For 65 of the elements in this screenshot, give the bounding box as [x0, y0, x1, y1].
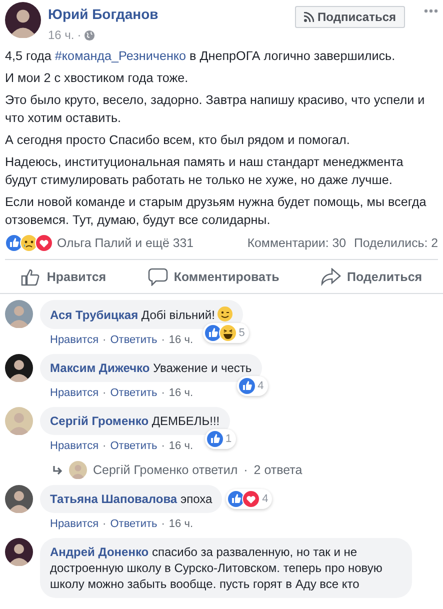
separator-dot: · [102, 334, 106, 346]
post-paragraph: Надеюсь, институциональная память и наш стандарт менеджмента будут стимулировать работать не только не хуже, но даже лучше. [5, 154, 404, 189]
commenter-name[interactable]: Андрей Доненко [50, 545, 149, 559]
share-arrow-icon [321, 268, 342, 286]
replies-count[interactable]: 2 ответа [254, 463, 302, 477]
comment-text: Андрей Доненко спасибо за разваленную, но так и не достроенную школу в Сурско-Литовском. теперь про новую школу можно забыть вообще. пусть горят в Аду все кто [50, 545, 382, 591]
hashtag-link[interactable]: #команда_Резниченко [54, 49, 186, 63]
comment-text: Ася Трубицкая Добі вільний! [50, 308, 215, 322]
commenter-name[interactable]: Максим Дижечко [50, 361, 150, 375]
separator-dot: · [161, 518, 165, 530]
avatar[interactable] [5, 354, 33, 382]
like-link[interactable]: Нравится [50, 387, 99, 399]
separator-dot: · [161, 387, 165, 399]
comment-text: Максим Дижечко Уважение и честь [50, 361, 252, 375]
commenter-name[interactable]: Ася Трубицкая [50, 308, 138, 322]
avatar[interactable] [5, 485, 33, 513]
post-paragraph: А сегодня просто Спасибо всем, кто был рядом и помогал. [5, 132, 351, 149]
subscribe-button[interactable]: Подписаться [294, 6, 405, 28]
post-paragraph: 4,5 года #команда_Резниченко в ДнепрОГА логично завершились. [5, 48, 396, 65]
separator-dot: · [102, 518, 106, 530]
author-name[interactable]: Юрий Богданов [48, 6, 158, 22]
commenter-name[interactable]: Татьяна Шаповалова [50, 492, 178, 506]
reactions-badge[interactable]: 4 [236, 376, 268, 396]
reply-link[interactable]: Ответить [110, 387, 158, 399]
reply-link[interactable]: Ответить [110, 334, 158, 346]
reactors-link[interactable]: Ольга Палий и ещё 331 [57, 236, 248, 250]
post-time[interactable]: 16 ч. [48, 28, 74, 42]
avatar[interactable] [5, 538, 33, 566]
shares-count[interactable]: Поделились: 2 [354, 236, 438, 250]
comment-time[interactable]: 16 ч. [168, 440, 194, 452]
commenter-name[interactable]: Сергій Громенко [50, 414, 149, 428]
separator-dot: · [102, 387, 106, 399]
thumbs-up-icon [20, 268, 41, 286]
post-paragraph: Если новой команде и старым друзьям нужна будет помощь, мы всегда отзовемся. Тут, думаю, будут все солидарны. [5, 194, 428, 229]
comment-button[interactable]: Комментировать [140, 264, 288, 290]
rss-icon [304, 12, 314, 22]
speech-bubble-icon [148, 268, 168, 286]
comments-count[interactable]: Комментарии: 30 [247, 236, 346, 250]
comment-time[interactable]: 16 ч. [168, 334, 194, 346]
separator-dot: · [244, 463, 248, 477]
share-button[interactable]: Поделиться [313, 264, 430, 290]
avatar[interactable] [5, 2, 41, 38]
reply-link[interactable]: Ответить [110, 440, 158, 452]
more-options-icon[interactable] [424, 9, 438, 13]
separator-dot: · [161, 440, 165, 452]
separator-dot: · [102, 440, 106, 452]
like-link[interactable]: Нравится [50, 334, 99, 346]
comment-time[interactable]: 16 ч. [168, 387, 194, 399]
comment-text: Сергій Громенко ДЕМБЕЛЬ!!! [50, 414, 220, 428]
post-paragraph: Это было круто, весело, задорно. Завтра напишу красиво, что успели и что хотим оставить. [5, 92, 426, 127]
reactions-badge[interactable]: 1 [204, 429, 236, 449]
comment-time[interactable]: 16 ч. [168, 518, 194, 530]
like-link[interactable]: Нравится [50, 440, 99, 452]
reactions-badge[interactable]: 4 [226, 489, 272, 509]
separator-dot: · [77, 28, 82, 42]
post-paragraph: И мои 2 с хвостиком года тоже. [5, 70, 190, 87]
reply-arrow-icon [53, 466, 63, 474]
like-link[interactable]: Нравится [50, 518, 99, 530]
comment-text: Татьяна Шаповалова эпоха [50, 492, 212, 506]
reply-link[interactable]: Ответить [110, 518, 158, 530]
replies-author[interactable]: Сергій Громенко ответил [93, 463, 238, 477]
globe-icon [84, 30, 96, 40]
like-button[interactable]: Нравится [12, 264, 114, 290]
separator-dot: · [161, 334, 165, 346]
reactions-badge[interactable]: 5 [202, 323, 249, 343]
